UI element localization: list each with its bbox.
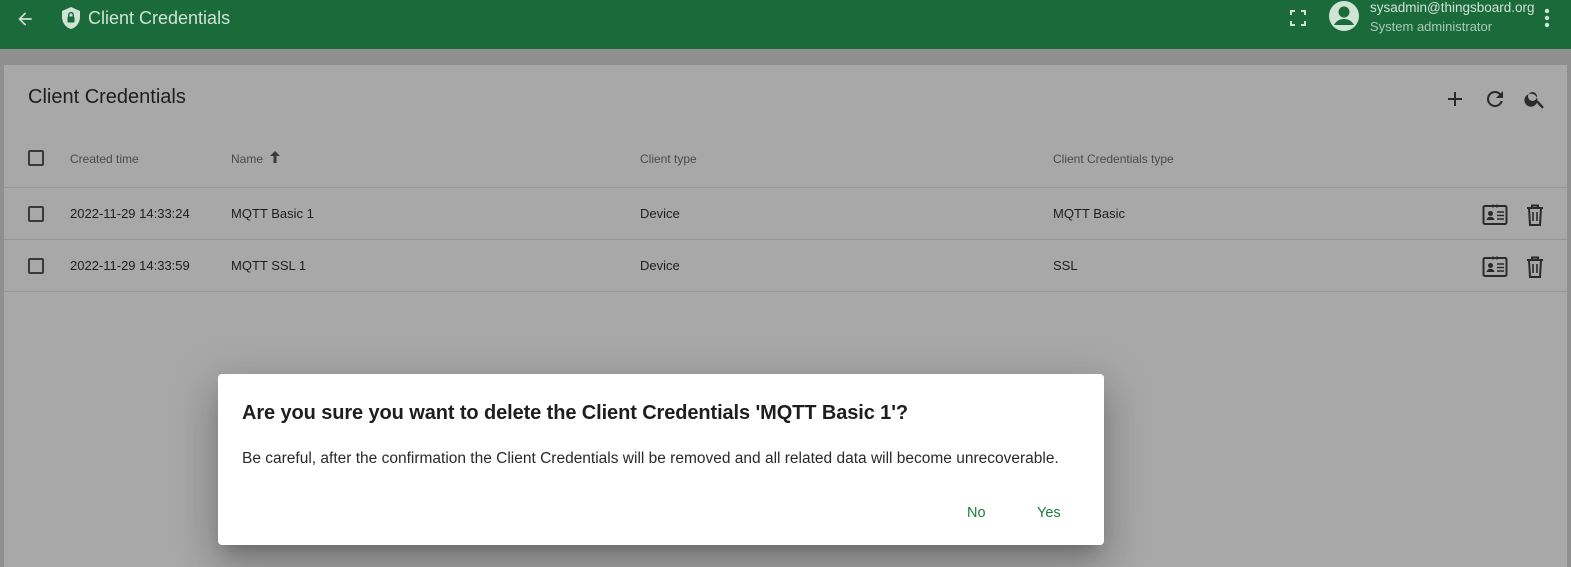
yes-button[interactable]: Yes: [1037, 505, 1061, 521]
back-arrow-icon[interactable]: [12, 6, 38, 32]
cell-credentials-type: SSL: [1053, 258, 1078, 273]
refresh-icon[interactable]: [1483, 87, 1507, 111]
divider: [4, 187, 1567, 188]
row-checkbox[interactable]: [28, 206, 44, 222]
sort-ascending-icon[interactable]: [268, 150, 282, 164]
select-all-checkbox[interactable]: [28, 150, 44, 166]
more-vert-icon[interactable]: [1540, 6, 1554, 30]
fullscreen-icon[interactable]: [1289, 9, 1307, 27]
manage-credentials-icon[interactable]: [1482, 203, 1508, 227]
page-title: Client Credentials: [88, 8, 231, 28]
column-header-created-time[interactable]: Created time: [70, 152, 139, 166]
confirm-delete-dialog: Are you sure you want to delete the Clie…: [218, 374, 1104, 545]
cell-credentials-type: MQTT Basic: [1053, 206, 1125, 221]
add-icon[interactable]: [1443, 87, 1467, 111]
delete-icon[interactable]: [1524, 203, 1550, 227]
column-header-name[interactable]: Name: [231, 152, 263, 166]
column-header-client-type[interactable]: Client type: [640, 152, 697, 166]
cell-client-type: Device: [640, 258, 680, 273]
search-icon[interactable]: [1523, 87, 1547, 111]
dialog-title: Are you sure you want to delete the Clie…: [242, 402, 908, 424]
column-header-credentials-type[interactable]: Client Credentials type: [1053, 152, 1174, 166]
manage-credentials-icon[interactable]: [1482, 255, 1508, 279]
cell-created-time: 2022-11-29 14:33:59: [70, 258, 190, 273]
cell-created-time: 2022-11-29 14:33:24: [70, 206, 190, 221]
user-avatar-icon[interactable]: [1328, 0, 1360, 32]
user-role: System administrator: [1370, 19, 1493, 34]
cell-name: MQTT SSL 1: [231, 258, 307, 273]
divider: [4, 239, 1567, 240]
top-toolbar: Client Credentials sysadmin@thingsboard.…: [0, 0, 1571, 49]
cell-client-type: Device: [640, 206, 680, 221]
panel-title: Client Credentials: [28, 86, 186, 108]
user-email: sysadmin@thingsboard.org: [1370, 0, 1535, 15]
no-button[interactable]: No: [967, 505, 986, 521]
row-checkbox[interactable]: [28, 258, 44, 274]
shield-lock-icon: [61, 6, 81, 30]
cell-name: MQTT Basic 1: [231, 206, 314, 221]
divider: [4, 291, 1567, 292]
dialog-message: Be careful, after the confirmation the C…: [242, 450, 1059, 467]
delete-icon[interactable]: [1524, 255, 1550, 279]
